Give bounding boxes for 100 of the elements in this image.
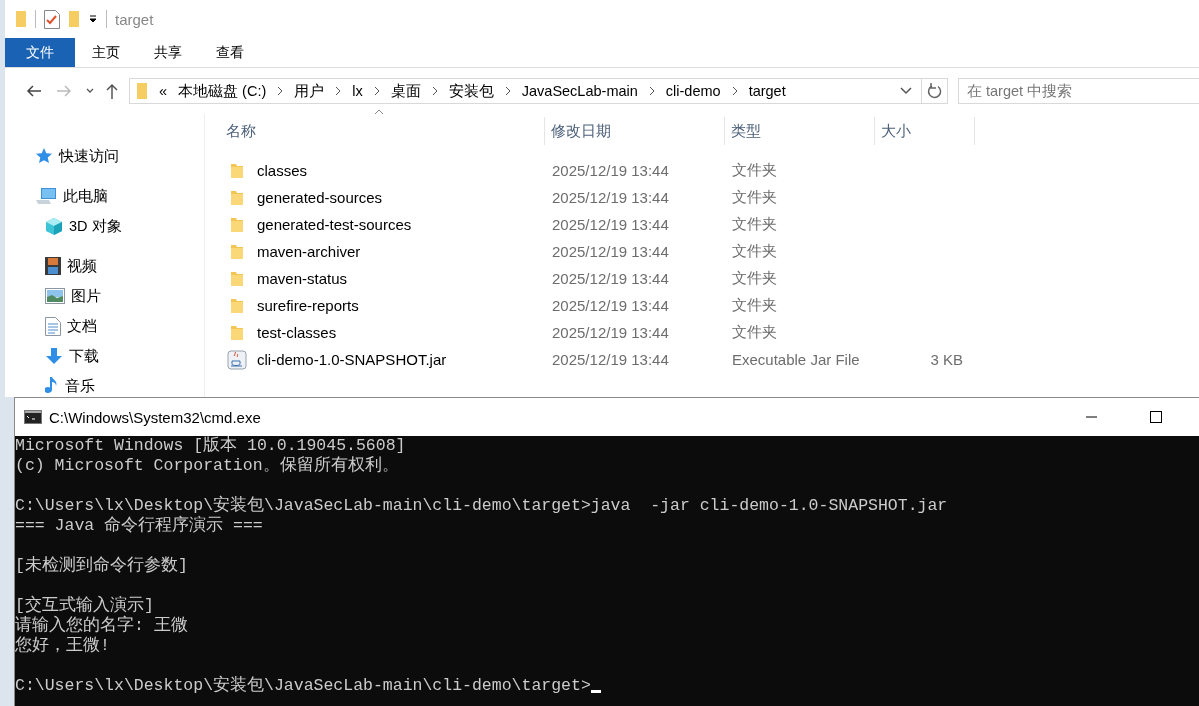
chevron-right-icon: [504, 86, 511, 96]
console-icon: [24, 410, 42, 424]
type-cell: 文件夹: [732, 161, 777, 178]
address-bar[interactable]: « 本地磁盘 (C:) 用户 lx 桌面 安装包 JavaSecLab-main cli-demo target: [129, 78, 922, 104]
chevron-right-icon: [648, 86, 655, 96]
dropdown-icon[interactable]: [88, 14, 98, 24]
console-prompt: C:\Users\lx\Desktop\安装包\JavaSecLab-main\cli-demo\target>: [15, 676, 591, 696]
folder-icon: [230, 243, 244, 260]
console-text: C:\Users\lx\Desktop\安装包\JavaSecLab-main\cli-demo\target>java -jar cli-demo-1.0-SNAPSHOT.jar: [15, 496, 948, 515]
star-icon: [35, 147, 53, 165]
sidebar-item[interactable]: 下载: [5, 341, 204, 371]
date-cell: 2025/12/19 13:44: [552, 324, 669, 341]
type-cell: 文件夹: [732, 269, 777, 286]
chevron-right-icon: [335, 86, 342, 96]
refresh-icon: [926, 83, 943, 99]
ribbon-tab[interactable]: 查看: [199, 38, 261, 67]
breadcrumb[interactable]: 本地磁盘 (C:): [178, 81, 267, 101]
chevron-down-icon[interactable]: [86, 88, 94, 94]
breadcrumb[interactable]: cli-demo: [665, 83, 721, 99]
file-name[interactable]: test-classes: [257, 324, 337, 341]
down-arrow-icon: [45, 347, 63, 365]
sidebar-item[interactable]: 文档: [5, 311, 204, 341]
breadcrumb[interactable]: 桌面: [390, 81, 421, 101]
date-cell: 2025/12/19 13:44: [552, 351, 669, 368]
file-name[interactable]: classes: [257, 162, 308, 179]
up-arrow-icon[interactable]: [106, 83, 118, 99]
picture-icon: [45, 288, 65, 304]
console-text: 请输入您的名字: 王微: [15, 616, 188, 636]
search-field[interactable]: 在 target 中搜索: [958, 78, 1199, 104]
console-text: Microsoft Windows [版本 10.0.19045.5608]: [15, 436, 406, 456]
sidebar-item[interactable]: 3D 对象: [5, 211, 204, 241]
chevron-right-icon: [277, 86, 284, 96]
breadcrumb[interactable]: 用户: [294, 81, 325, 101]
file-name[interactable]: cli-demo-1.0-SNAPSHOT.jar: [257, 351, 447, 368]
sidebar-item[interactable]: 视频: [5, 251, 204, 281]
console-text: === Java 命令行程序演示 ===: [15, 516, 263, 536]
file-name[interactable]: generated-sources: [257, 189, 383, 206]
file-name[interactable]: generated-test-sources: [257, 216, 412, 233]
breadcrumb[interactable]: lx: [352, 83, 363, 99]
chevron-right-icon: [373, 86, 380, 96]
file-name[interactable]: maven-status: [257, 270, 348, 287]
date-cell: 2025/12/19 13:44: [552, 270, 669, 287]
type-cell: 文件夹: [732, 323, 777, 340]
window-title: C:\Windows\System32\cmd.exe: [49, 408, 261, 426]
file-name[interactable]: surefire-reports: [257, 297, 359, 314]
overflow-chevron[interactable]: «: [159, 83, 168, 99]
type-cell: 文件夹: [732, 296, 777, 313]
cube-icon: [45, 217, 63, 235]
console-text: 您好，王微!: [15, 636, 110, 656]
document-icon: [45, 316, 61, 336]
ribbon-tab[interactable]: 主页: [75, 38, 137, 67]
sidebar-item[interactable]: 快速访问: [5, 141, 204, 171]
folder-icon: [230, 162, 244, 179]
type-cell: 文件夹: [732, 215, 777, 232]
back-arrow-icon[interactable]: [26, 85, 42, 97]
chevron-right-icon: [731, 86, 738, 96]
console-text: (c) Microsoft Corporation。保留所有权利。: [15, 456, 399, 476]
column-header[interactable]: 名称: [220, 117, 545, 145]
type-cell: 文件夹: [732, 242, 777, 259]
folder-icon: [136, 82, 148, 100]
size-cell: 3 KB: [930, 351, 963, 368]
minimize-icon[interactable]: [1085, 416, 1097, 418]
console-text: [未检测到命令行参数]: [15, 556, 188, 576]
ribbon-tab[interactable]: 共享: [137, 38, 199, 67]
folder-icon: [230, 189, 244, 206]
breadcrumb[interactable]: target: [748, 83, 786, 99]
folder-icon: [230, 324, 244, 341]
date-cell: 2025/12/19 13:44: [552, 297, 669, 314]
breadcrumb[interactable]: 安装包: [448, 81, 494, 101]
folder-icon: [230, 216, 244, 233]
sort-ascending-icon: [374, 109, 384, 115]
window-title: target: [115, 10, 154, 28]
type-cell: Executable Jar File: [732, 351, 860, 368]
film-icon: [45, 257, 61, 275]
chevron-down-icon[interactable]: [900, 87, 912, 95]
file-menu-button[interactable]: 文件: [5, 38, 75, 67]
refresh-button[interactable]: [922, 78, 948, 104]
sidebar-item[interactable]: 图片: [5, 281, 204, 311]
breadcrumb[interactable]: JavaSecLab-main: [521, 83, 638, 99]
column-header[interactable]: 修改日期: [545, 117, 725, 145]
properties-icon[interactable]: [44, 9, 60, 29]
music-note-icon: [45, 376, 59, 396]
file-name[interactable]: maven-archiver: [257, 243, 361, 260]
console-text: [交互式输入演示]: [15, 596, 154, 615]
text-cursor: [590, 690, 601, 693]
sidebar-item[interactable]: 此电脑: [5, 181, 204, 211]
sidebar-item[interactable]: 音乐: [5, 371, 204, 397]
folder-icon: [230, 297, 244, 314]
column-header[interactable]: 大小: [875, 117, 975, 145]
java-file-icon: [227, 349, 247, 370]
maximize-icon[interactable]: [1150, 411, 1162, 423]
folder-icon: [230, 270, 244, 287]
computer-icon: [35, 187, 57, 205]
date-cell: 2025/12/19 13:44: [552, 216, 669, 233]
date-cell: 2025/12/19 13:44: [552, 162, 669, 179]
chevron-right-icon: [431, 86, 438, 96]
column-header[interactable]: 类型: [725, 117, 875, 145]
date-cell: 2025/12/19 13:44: [552, 243, 669, 260]
type-cell: 文件夹: [732, 188, 777, 205]
date-cell: 2025/12/19 13:44: [552, 189, 669, 206]
